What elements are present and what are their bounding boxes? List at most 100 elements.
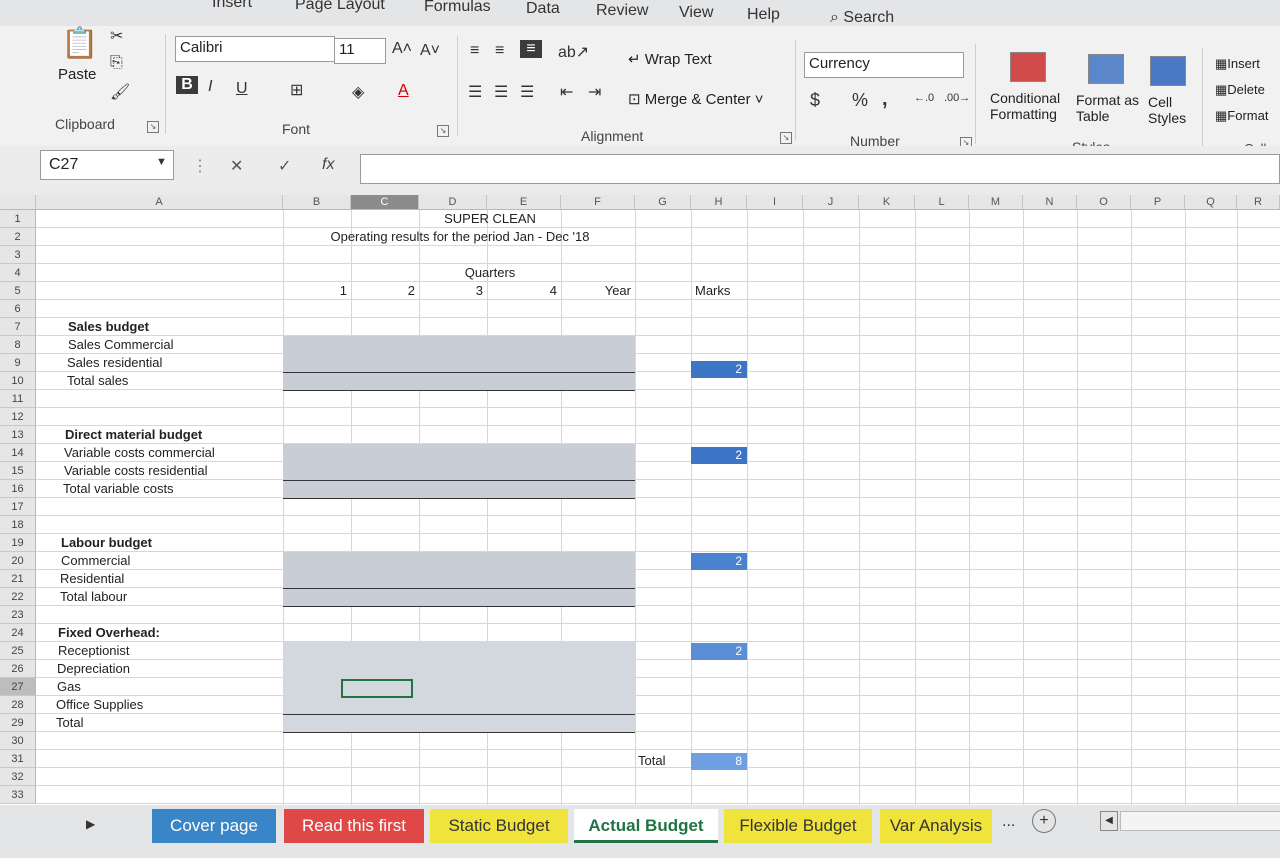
cancel-icon[interactable]: ✕ [230,156,243,176]
format-as-table-button[interactable]: Format as Table [1076,92,1139,124]
conditional-formatting-icon[interactable] [1010,52,1046,82]
format-cells-button[interactable]: ▦Format [1215,108,1268,124]
material-input-block[interactable] [283,444,635,498]
tab-help[interactable]: Help [747,6,780,24]
row-header-24[interactable]: 24 [0,624,36,642]
total-sales-label[interactable]: Total sales [67,372,128,390]
italic-button[interactable]: I [208,78,212,96]
insert-function-icon[interactable]: fx [322,156,334,174]
row-header-17[interactable]: 17 [0,498,36,516]
row-header-7[interactable]: 7 [0,318,36,336]
fixed-overhead-heading[interactable]: Fixed Overhead: [58,624,160,642]
scroll-left-icon[interactable]: ◀ [1100,811,1118,831]
total-marks-cell[interactable]: 8 [691,753,747,770]
row-header-5[interactable]: 5 [0,282,36,300]
font-launcher-icon[interactable]: ↘ [437,125,449,137]
column-header-f[interactable]: F [561,195,635,210]
year-header[interactable]: Year [561,282,631,300]
font-name-select[interactable]: Calibri [175,36,335,62]
row-header-3[interactable]: 3 [0,246,36,264]
column-header-b[interactable]: B [283,195,351,210]
row-header-4[interactable]: 4 [0,264,36,282]
paste-icon[interactable]: 📋 [60,26,100,61]
paste-button[interactable]: Paste [58,66,96,83]
row-header-15[interactable]: 15 [0,462,36,480]
quarters-label[interactable]: Quarters [419,264,561,282]
font-size-select[interactable]: 11 [334,38,386,64]
row-header-16[interactable]: 16 [0,480,36,498]
column-header-e[interactable]: E [487,195,561,210]
align-bottom-icon[interactable]: ≡ [520,40,542,58]
row-header-31[interactable]: 31 [0,750,36,768]
row-header-2[interactable]: 2 [0,228,36,246]
format-painter-icon[interactable]: 🖌 [110,82,130,102]
sales-input-block[interactable] [283,336,635,390]
orientation-icon[interactable]: ab↗ [558,42,589,62]
row-header-33[interactable]: 33 [0,786,36,804]
office-supplies-label[interactable]: Office Supplies [56,696,143,714]
labour-marks-cell[interactable]: 2 [691,553,747,570]
quarter-3-header[interactable]: 3 [419,282,483,300]
variable-costs-residential-label[interactable]: Variable costs residential [64,462,208,480]
quarter-1-header[interactable]: 1 [283,282,347,300]
row-header-1[interactable]: 1 [0,210,36,228]
column-header-n[interactable]: N [1023,195,1077,210]
variable-costs-commercial-label[interactable]: Variable costs commercial [64,444,215,462]
bold-button[interactable]: B [176,76,198,94]
row-header-26[interactable]: 26 [0,660,36,678]
more-sheets-button[interactable]: ... [1002,813,1015,831]
add-sheet-button[interactable]: + [1032,809,1056,833]
column-header-m[interactable]: M [969,195,1023,210]
row-header-21[interactable]: 21 [0,570,36,588]
worksheet-grid[interactable]: A B C D E F G H I J K L M N O P Q R 1234… [0,195,1280,805]
increase-font-icon[interactable]: A˄ [392,40,412,58]
material-marks-cell[interactable]: 2 [691,447,747,464]
row-header-9[interactable]: 9 [0,354,36,372]
decrease-font-icon[interactable]: A˅ [420,42,440,60]
row-header-30[interactable]: 30 [0,732,36,750]
align-right-icon[interactable]: ☰ [520,82,534,102]
column-header-i[interactable]: I [747,195,803,210]
sheet-tab-var-analysis[interactable]: Var Analysis [880,809,992,843]
sales-residential-label[interactable]: Sales residential [67,354,162,372]
column-header-g[interactable]: G [635,195,691,210]
alignment-launcher-icon[interactable]: ↘ [780,132,792,144]
column-header-a[interactable]: A [36,195,283,210]
row-header-32[interactable]: 32 [0,768,36,786]
percent-button[interactable]: % [852,90,868,111]
column-header-k[interactable]: K [859,195,915,210]
merge-center-button[interactable]: ⊡ Merge & Center ˅ [628,90,764,108]
row-header-23[interactable]: 23 [0,606,36,624]
row-header-27[interactable]: 27 [0,678,36,696]
labour-commercial-label[interactable]: Commercial [61,552,130,570]
quarter-4-header[interactable]: 4 [487,282,557,300]
cell-styles-button[interactable]: Cell Styles [1148,94,1186,126]
receptionist-label[interactable]: Receptionist [58,642,130,660]
align-middle-icon[interactable]: ≡ [495,42,504,60]
sales-marks-cell[interactable]: 2 [691,361,747,378]
row-header-12[interactable]: 12 [0,408,36,426]
borders-icon[interactable]: ⊞ [290,80,303,100]
fill-color-icon[interactable]: ◈ [352,82,364,102]
cell-styles-icon[interactable] [1150,56,1186,86]
column-header-h[interactable]: H [691,195,747,210]
tab-data[interactable]: Data [526,0,560,18]
total-variable-costs-label[interactable]: Total variable costs [63,480,174,498]
align-center-icon[interactable]: ☰ [494,82,508,102]
number-format-select[interactable]: Currency [804,52,964,78]
tab-insert[interactable]: Insert [212,0,252,12]
active-cell-c27[interactable] [341,679,413,698]
labour-budget-heading[interactable]: Labour budget [61,534,152,552]
row-header-29[interactable]: 29 [0,714,36,732]
direct-material-heading[interactable]: Direct material budget [65,426,202,444]
row-header-8[interactable]: 8 [0,336,36,354]
fixed-marks-cell[interactable]: 2 [691,643,747,660]
marks-header[interactable]: Marks [695,282,730,300]
total-labour-label[interactable]: Total labour [60,588,127,606]
align-top-icon[interactable]: ≡ [470,42,479,60]
decrease-indent-icon[interactable]: ⇤ [560,82,573,102]
depreciation-label[interactable]: Depreciation [57,660,130,678]
fixed-overhead-input-block[interactable] [283,642,635,732]
row-header-11[interactable]: 11 [0,390,36,408]
row-header-20[interactable]: 20 [0,552,36,570]
